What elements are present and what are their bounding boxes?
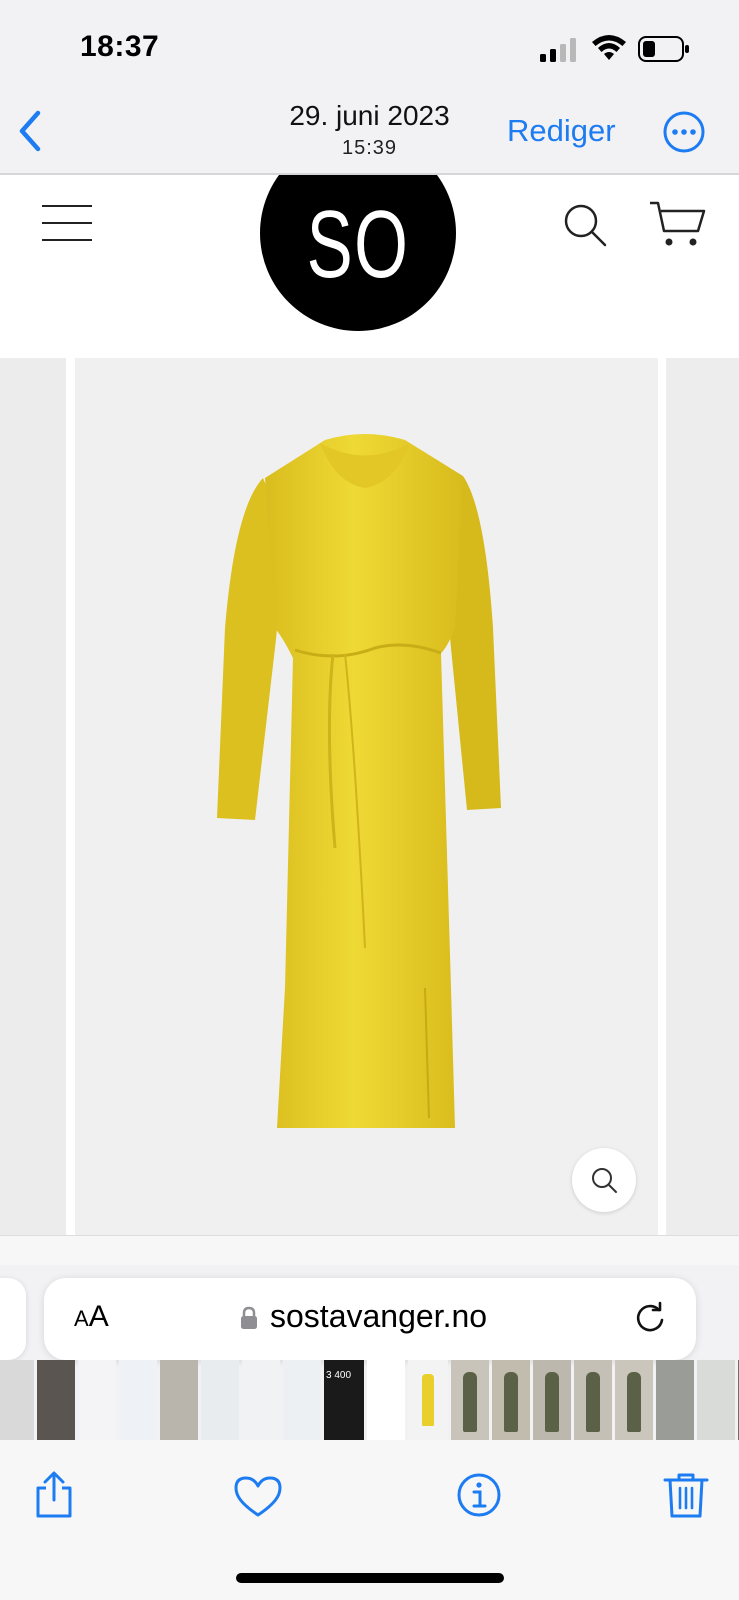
thumbnail-dark[interactable] bbox=[37, 1360, 75, 1440]
info-icon[interactable] bbox=[455, 1470, 503, 1520]
thumbnail-people[interactable] bbox=[615, 1360, 653, 1440]
thumbnail-document[interactable] bbox=[367, 1360, 405, 1440]
thumbnail-strip[interactable]: 3 400 bbox=[0, 1360, 739, 1440]
hamburger-menu-icon[interactable] bbox=[42, 205, 92, 241]
thumbnail-calculator-display: 3 400 bbox=[326, 1370, 352, 1381]
thumbnail-room[interactable] bbox=[697, 1360, 735, 1440]
thumbnail-people[interactable] bbox=[533, 1360, 571, 1440]
wifi-icon bbox=[592, 35, 626, 60]
thumbnail-calculator[interactable]: 3 400 bbox=[324, 1360, 364, 1440]
cellular-signal-icon bbox=[540, 38, 576, 62]
thumbnail-figure bbox=[586, 1372, 600, 1432]
site-logo[interactable]: SO bbox=[260, 175, 456, 331]
page-content-bottom bbox=[0, 1235, 739, 1265]
thumbnail-people[interactable] bbox=[451, 1360, 489, 1440]
product-image-dress bbox=[217, 434, 501, 1128]
edit-button[interactable]: Rediger bbox=[507, 113, 616, 149]
thumbnail-dress-shape bbox=[422, 1374, 434, 1426]
magnifier-icon bbox=[592, 1168, 617, 1193]
thumbnail-people[interactable] bbox=[574, 1360, 612, 1440]
thumbnail-figure bbox=[627, 1372, 641, 1432]
thumbnail-document[interactable] bbox=[201, 1360, 239, 1440]
battery-icon bbox=[638, 36, 689, 62]
address-bar[interactable]: AA sostavanger.no bbox=[44, 1278, 696, 1360]
thumbnail-people[interactable] bbox=[492, 1360, 530, 1440]
thumbnail-document[interactable] bbox=[242, 1360, 280, 1440]
previous-tab-preview[interactable] bbox=[0, 1278, 26, 1360]
gallery-current-slide[interactable] bbox=[75, 358, 658, 1235]
thumbnail-document[interactable] bbox=[283, 1360, 321, 1440]
reload-icon[interactable] bbox=[632, 1300, 668, 1336]
thumbnail-room[interactable] bbox=[656, 1360, 694, 1440]
photo-date: 29. juni 2023 bbox=[289, 100, 450, 131]
trash-icon[interactable] bbox=[662, 1470, 710, 1520]
thumbnail-document[interactable] bbox=[78, 1360, 116, 1440]
photo-time: 15:39 bbox=[341, 137, 398, 159]
thumbnail-figure bbox=[545, 1372, 559, 1432]
search-icon[interactable] bbox=[561, 201, 609, 249]
text-size-button[interactable]: AA bbox=[74, 1300, 109, 1334]
thumbnail-document[interactable] bbox=[119, 1360, 157, 1440]
gallery-prev-slide[interactable] bbox=[0, 358, 66, 1235]
status-time: 18:37 bbox=[80, 30, 160, 63]
site-header: SO bbox=[0, 175, 739, 358]
heart-icon[interactable] bbox=[234, 1472, 282, 1522]
product-gallery[interactable] bbox=[0, 358, 739, 1235]
gallery-next-slide[interactable] bbox=[666, 358, 739, 1235]
logo-text: SO bbox=[306, 191, 410, 298]
home-indicator bbox=[236, 1573, 504, 1583]
zoom-button[interactable] bbox=[572, 1148, 636, 1212]
share-icon[interactable] bbox=[30, 1470, 78, 1520]
shopping-cart-icon[interactable] bbox=[648, 199, 706, 249]
thumbnail-kitchen[interactable] bbox=[0, 1360, 34, 1440]
thumbnail-figure bbox=[504, 1372, 518, 1432]
thumbnail-photo[interactable] bbox=[160, 1360, 198, 1440]
url-text[interactable]: sostavanger.no bbox=[270, 1298, 487, 1335]
more-options-icon[interactable] bbox=[662, 110, 706, 154]
thumbnail-figure bbox=[463, 1372, 477, 1432]
thumbnail-dress[interactable] bbox=[408, 1360, 448, 1440]
lock-icon bbox=[241, 1306, 257, 1329]
